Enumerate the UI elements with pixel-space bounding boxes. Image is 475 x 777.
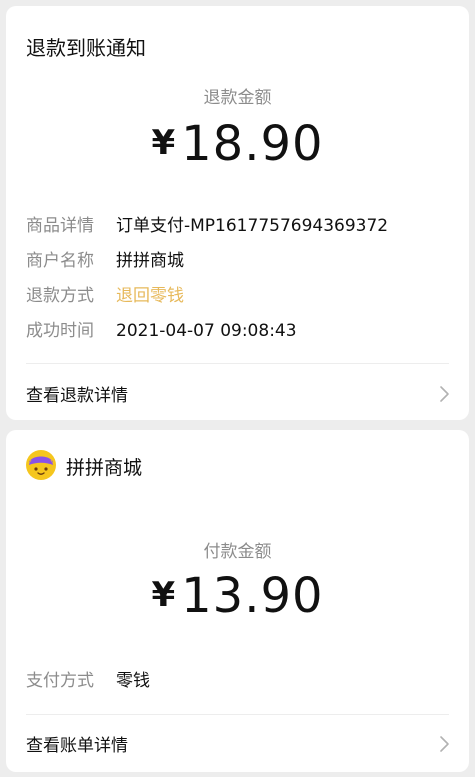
merchant-avatar-icon xyxy=(26,450,56,480)
refund-method-row: 退款方式 退回零钱 xyxy=(26,281,184,306)
payment-method-value: 零钱 xyxy=(116,671,150,691)
product-detail-row: 商品详情 订单支付-MP1617757694369372 xyxy=(26,211,388,236)
success-time-label: 成功时间 xyxy=(26,321,94,341)
product-detail-value: 订单支付-MP1617757694369372 xyxy=(116,216,389,236)
success-time-row: 成功时间 2021-04-07 09:08:43 xyxy=(26,316,297,341)
product-detail-label: 商品详情 xyxy=(26,216,94,236)
refund-amount-value: 18.90 xyxy=(181,116,324,172)
merchant-name-value: 拼拼商城 xyxy=(116,251,184,271)
payment-card: 拼拼商城 付款金额 ¥13.90 支付方式 零钱 查看账单详情 xyxy=(6,430,469,772)
payment-method-row: 支付方式 零钱 xyxy=(26,666,150,691)
refund-method-value: 退回零钱 xyxy=(116,286,184,306)
refund-method-label: 退款方式 xyxy=(26,286,94,306)
payment-amount-value: 13.90 xyxy=(181,568,324,624)
refund-amount-label: 退款金额 xyxy=(203,88,272,108)
payment-amount: ¥13.90 xyxy=(6,568,469,624)
divider xyxy=(26,714,449,715)
currency-symbol: ¥ xyxy=(151,575,176,615)
notification-title: 退款到账通知 xyxy=(26,36,146,60)
view-bill-details-link[interactable]: 查看账单详情 xyxy=(6,723,469,763)
chevron-right-icon xyxy=(440,736,449,752)
merchant-name-label: 商户名称 xyxy=(26,251,94,271)
divider xyxy=(26,363,449,364)
chevron-right-icon xyxy=(440,386,449,402)
view-bill-details-label: 查看账单详情 xyxy=(26,736,128,756)
merchant-name: 拼拼商城 xyxy=(66,457,143,479)
payment-amount-label: 付款金额 xyxy=(203,542,272,562)
view-refund-details-label: 查看退款详情 xyxy=(26,386,128,406)
currency-symbol: ¥ xyxy=(151,123,176,163)
merchant-name-row: 商户名称 拼拼商城 xyxy=(26,246,184,271)
refund-amount: ¥18.90 xyxy=(6,116,469,172)
refund-notification-card: 退款到账通知 退款金额 ¥18.90 商品详情 订单支付-MP1617757694… xyxy=(6,6,469,420)
payment-method-label: 支付方式 xyxy=(26,671,94,691)
view-refund-details-link[interactable]: 查看退款详情 xyxy=(6,373,469,413)
success-time-value: 2021-04-07 09:08:43 xyxy=(116,321,297,341)
